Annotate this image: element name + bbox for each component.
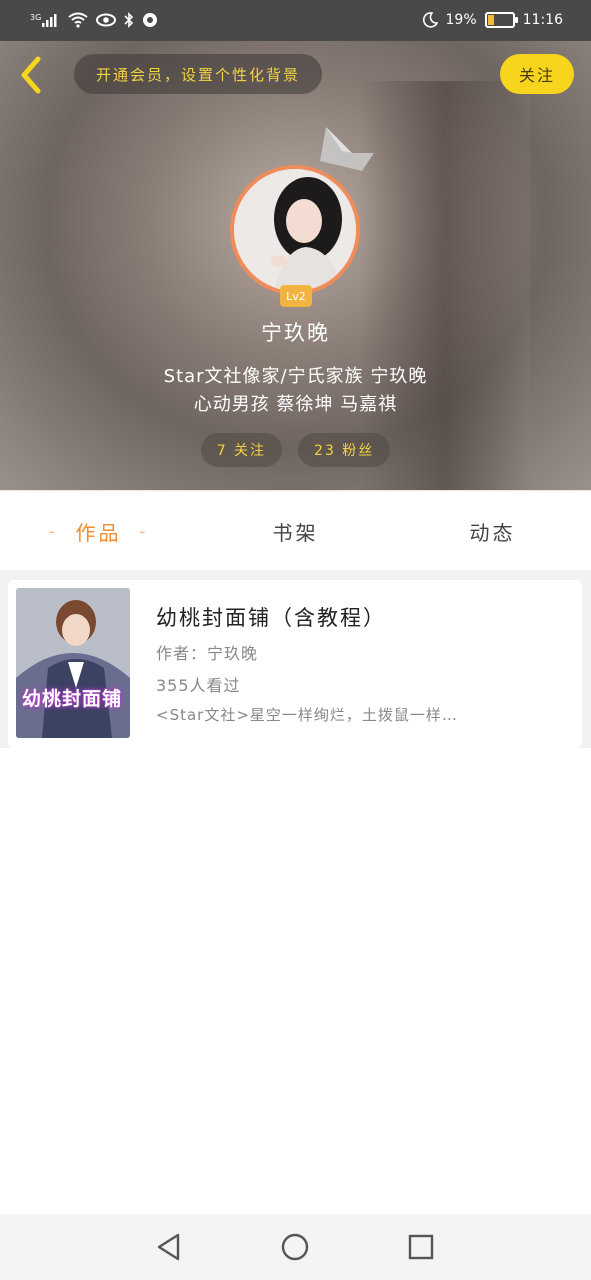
bio-line-2: 心动男孩 蔡徐坤 马嘉祺 — [193, 394, 398, 415]
battery-percent: 19% — [445, 12, 477, 28]
back-nav-icon[interactable] — [154, 1232, 184, 1262]
profile-tabs: - 作品 - 书架 动态 — [0, 490, 591, 571]
system-nav-bar — [0, 1214, 591, 1280]
followers-count-button[interactable]: 23 粉丝 — [298, 433, 391, 467]
vip-background-button[interactable]: 开通会员，设置个性化背景 — [74, 54, 322, 94]
following-count-button[interactable]: 7 关注 — [200, 433, 283, 467]
tab-activity-label: 动态 — [469, 520, 516, 545]
svg-text:3G: 3G — [30, 13, 41, 22]
book-cover[interactable]: 幼桃封面铺 — [16, 588, 130, 738]
stats-row: 7 关注 23 粉丝 — [0, 433, 591, 467]
book-author: 作者：宁玖晚 — [156, 644, 259, 663]
vpn-icon — [142, 10, 158, 30]
username: 宁玖晚 — [261, 321, 330, 345]
tab-activity[interactable]: 动态 — [394, 491, 591, 571]
back-arrow-icon — [21, 56, 41, 94]
home-nav-icon[interactable] — [280, 1232, 310, 1262]
avatar-photo-icon — [234, 169, 356, 291]
follow-button[interactable]: 关注 — [500, 54, 574, 94]
recents-nav-icon[interactable] — [406, 1232, 436, 1262]
tab-indicator-left: - — [48, 521, 58, 541]
moon-icon — [422, 10, 438, 30]
tab-bookshelf-label: 书架 — [272, 520, 319, 545]
profile-header: 开通会员，设置个性化背景 关注 Lv2 宁玖晚 Star文社像家/宁氏家族 宁玖… — [0, 41, 591, 490]
wifi-icon — [68, 10, 88, 30]
tab-indicator-right: - — [139, 521, 149, 541]
eye-icon — [96, 10, 116, 30]
battery-icon — [484, 12, 518, 28]
list-item[interactable]: 幼桃封面铺 幼桃封面铺（含教程） 作者：宁玖晚 355人看过 <Star文社>星… — [8, 580, 582, 748]
book-summary: <Star文社>星空一样绚烂，土拨鼠一样… — [156, 706, 458, 724]
status-bar: 3G 19% 11:16 — [0, 0, 591, 41]
bio-line-1: Star文社像家/宁氏家族 宁玖晚 — [163, 366, 428, 387]
back-button[interactable] — [14, 55, 50, 95]
book-title[interactable]: 幼桃封面铺（含教程） — [156, 602, 386, 632]
clock: 11:16 — [522, 12, 563, 28]
tab-works[interactable]: - 作品 - — [0, 491, 197, 571]
avatar[interactable] — [230, 165, 360, 295]
book-cover-image-icon — [16, 588, 130, 738]
book-views: 355人看过 — [156, 676, 241, 695]
tab-bookshelf[interactable]: 书架 — [197, 491, 394, 571]
bluetooth-icon — [124, 10, 134, 30]
tab-works-label: 作品 — [75, 520, 122, 545]
book-cover-title: 幼桃封面铺 — [22, 688, 123, 710]
signal-icon: 3G — [30, 10, 60, 30]
bio: Star文社像家/宁氏家族 宁玖晚 心动男孩 蔡徐坤 马嘉祺 — [0, 363, 591, 419]
level-badge: Lv2 — [280, 285, 312, 307]
